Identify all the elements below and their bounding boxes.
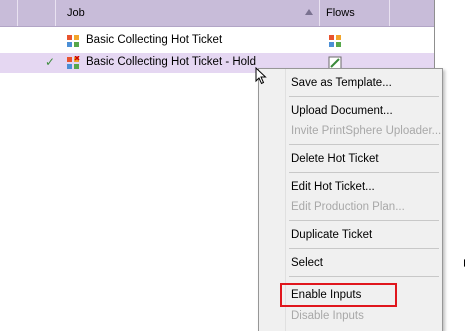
menu-separator [289, 276, 439, 277]
menu-item-save-as-template[interactable]: Save as Template... [291, 73, 392, 93]
job-name: Basic Collecting Hot Ticket - Hold [86, 56, 257, 68]
menu-item-edit-hot-ticket[interactable]: Edit Hot Ticket... [291, 177, 375, 197]
menu-item-upload-document[interactable]: Upload Document... [291, 101, 393, 121]
menu-item-disable-inputs: Disable Inputs [291, 310, 364, 322]
menu-separator [289, 96, 439, 97]
header-job-column[interactable]: Job [56, 0, 320, 26]
menu-separator [289, 220, 439, 221]
menu-item-delete-hot-ticket[interactable]: Delete Hot Ticket [291, 149, 379, 169]
header-flows-column[interactable]: Flows [320, 0, 390, 26]
table-header: Job Flows [0, 0, 435, 27]
table-row[interactable]: Basic Collecting Hot Ticket [0, 31, 435, 51]
job-name: Basic Collecting Hot Ticket [86, 34, 223, 46]
highlight-box [280, 283, 397, 307]
menu-item-invite-uploader: Invite PrintSphere Uploader... [291, 125, 442, 137]
flow-icon [329, 35, 341, 47]
menu-separator [289, 172, 439, 173]
hot-ticket-icon [67, 35, 79, 47]
mouse-cursor-icon [255, 67, 267, 85]
menu-item-duplicate-ticket[interactable]: Duplicate Ticket [291, 225, 372, 245]
checkmark-icon: ✓ [45, 55, 56, 69]
sort-ascending-icon [305, 9, 313, 15]
hot-ticket-hold-icon [67, 56, 80, 69]
menu-separator [289, 248, 439, 249]
header-status-column[interactable] [18, 0, 56, 26]
header-checkbox-column[interactable] [0, 0, 18, 26]
menu-item-select[interactable]: Select [291, 253, 465, 273]
menu-item-select-label: Select [291, 257, 323, 269]
header-extra-column[interactable] [390, 0, 435, 26]
menu-separator [289, 144, 439, 145]
menu-item-edit-production-plan: Edit Production Plan... [291, 201, 405, 213]
